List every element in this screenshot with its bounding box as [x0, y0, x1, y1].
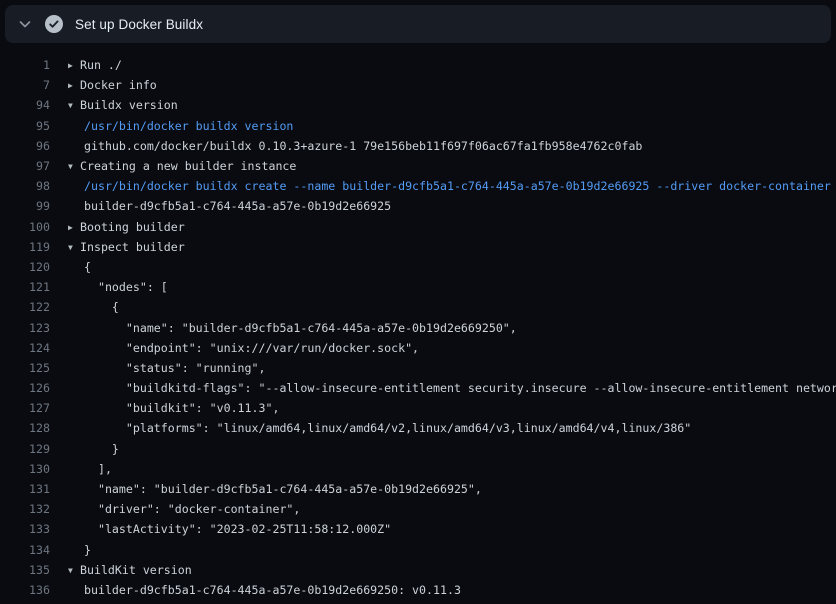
log-line: 98/usr/bin/docker buildx create --name b…	[0, 176, 836, 196]
line-text: ],	[84, 462, 112, 476]
line-text: {	[84, 260, 91, 274]
line-number[interactable]: 7	[0, 78, 50, 92]
line-number[interactable]: 136	[0, 583, 50, 597]
line-number[interactable]: 99	[0, 199, 50, 213]
log-area: 1▶Run ./7▶Docker info94▼Buildx version95…	[0, 43, 836, 604]
line-text: builder-d9cfb5a1-c764-445a-a57e-0b19d2e6…	[84, 199, 391, 213]
log-line: 126 "buildkitd-flags": "--allow-insecure…	[0, 378, 836, 398]
chevron-down-icon	[13, 12, 37, 36]
log-line[interactable]: 1 ▶Run ./	[0, 55, 836, 75]
log-line: 136 builder-d9cfb5a1-c764-445a-a57e-0b19d…	[0, 580, 836, 600]
log-line: 124 "endpoint": "unix:///var/run/docker.…	[0, 338, 836, 358]
line-text: "status": "running",	[84, 361, 265, 375]
log-line: 95/usr/bin/docker buildx version	[0, 116, 836, 136]
log-line: 132 "driver": "docker-container",	[0, 499, 836, 519]
line-text: builder-d9cfb5a1-c764-445a-a57e-0b19d2e6…	[84, 583, 461, 597]
line-text: BuildKit version	[80, 563, 192, 577]
log-line: 121 "nodes": [	[0, 277, 836, 297]
line-text: Docker info	[80, 78, 157, 92]
line-text: "platforms": "linux/amd64,linux/amd64/v2…	[84, 421, 691, 435]
group-expand-icon: ▶	[68, 62, 80, 70]
log-line: 127 "buildkit": "v0.11.3",	[0, 398, 836, 418]
line-text: Buildx version	[80, 98, 178, 112]
line-text: {	[84, 300, 119, 314]
line-text: "lastActivity": "2023-02-25T11:58:12.000…	[84, 522, 391, 536]
line-text: "buildkit": "v0.11.3",	[84, 401, 279, 415]
line-text: Inspect builder	[80, 240, 185, 254]
line-number[interactable]: 94	[0, 98, 50, 112]
log-line: 123 "name": "builder-d9cfb5a1-c764-445a-…	[0, 317, 836, 337]
line-text: "endpoint": "unix:///var/run/docker.sock…	[84, 341, 419, 355]
line-number[interactable]: 132	[0, 502, 50, 516]
log-line: 129 }	[0, 439, 836, 459]
step-title: Set up Docker Buildx	[75, 17, 203, 32]
line-number[interactable]: 96	[0, 139, 50, 153]
line-number[interactable]: 125	[0, 361, 50, 375]
line-number[interactable]: 129	[0, 442, 50, 456]
log-line: 130 ],	[0, 459, 836, 479]
line-text: "name": "builder-d9cfb5a1-c764-445a-a57e…	[84, 321, 517, 335]
log-line[interactable]: 97 ▼Creating a new builder instance	[0, 156, 836, 176]
line-text: }	[84, 543, 91, 557]
step-header[interactable]: Set up Docker Buildx	[5, 5, 831, 43]
log-line: 120 {	[0, 257, 836, 277]
line-number[interactable]: 1	[0, 58, 50, 72]
line-text: Creating a new builder instance	[80, 159, 296, 173]
group-collapse-icon: ▼	[68, 163, 80, 171]
log-line: 99 builder-d9cfb5a1-c764-445a-a57e-0b19d2…	[0, 196, 836, 216]
log-line: 128 "platforms": "linux/amd64,linux/amd6…	[0, 418, 836, 438]
log-line[interactable]: 100 ▶Booting builder	[0, 217, 836, 237]
line-number[interactable]: 122	[0, 300, 50, 314]
line-number[interactable]: 135	[0, 563, 50, 577]
line-number[interactable]: 126	[0, 381, 50, 395]
line-text: Booting builder	[80, 220, 185, 234]
check-circle-icon	[45, 15, 63, 33]
line-number[interactable]: 119	[0, 240, 50, 254]
group-expand-icon: ▶	[68, 82, 80, 90]
log-line: 96 github.com/docker/buildx 0.10.3+azure-…	[0, 136, 836, 156]
line-number[interactable]: 131	[0, 482, 50, 496]
group-expand-icon: ▶	[68, 224, 80, 232]
line-text: "buildkitd-flags": "--allow-insecure-ent…	[84, 381, 836, 395]
log-line[interactable]: 119 ▼Inspect builder	[0, 237, 836, 257]
line-number[interactable]: 123	[0, 321, 50, 335]
line-text: /usr/bin/docker buildx create --name bui…	[84, 179, 831, 193]
line-number[interactable]: 127	[0, 401, 50, 415]
line-number[interactable]: 134	[0, 543, 50, 557]
group-collapse-icon: ▼	[68, 102, 80, 110]
log-line: 122 {	[0, 297, 836, 317]
log-line: 125 "status": "running",	[0, 358, 836, 378]
line-number[interactable]: 98	[0, 179, 50, 193]
log-line: 133 "lastActivity": "2023-02-25T11:58:12…	[0, 519, 836, 539]
log-line[interactable]: 135 ▼BuildKit version	[0, 560, 836, 580]
line-text: github.com/docker/buildx 0.10.3+azure-1 …	[84, 139, 642, 153]
line-number[interactable]: 100	[0, 220, 50, 234]
line-text: "name": "builder-d9cfb5a1-c764-445a-a57e…	[84, 482, 482, 496]
line-number[interactable]: 95	[0, 119, 50, 133]
log-line[interactable]: 7 ▶Docker info	[0, 75, 836, 95]
line-text: "nodes": [	[84, 280, 168, 294]
line-text: "driver": "docker-container",	[84, 502, 300, 516]
group-collapse-icon: ▼	[68, 567, 80, 575]
line-number[interactable]: 130	[0, 462, 50, 476]
line-number[interactable]: 121	[0, 280, 50, 294]
log-line: 131 "name": "builder-d9cfb5a1-c764-445a-…	[0, 479, 836, 499]
line-number[interactable]: 120	[0, 260, 50, 274]
log-line[interactable]: 94 ▼Buildx version	[0, 95, 836, 115]
line-number[interactable]: 133	[0, 522, 50, 536]
line-number[interactable]: 124	[0, 341, 50, 355]
line-number[interactable]: 97	[0, 159, 50, 173]
line-text: /usr/bin/docker buildx version	[84, 119, 293, 133]
line-text: Run ./	[80, 58, 122, 72]
line-text: }	[84, 442, 119, 456]
group-collapse-icon: ▼	[68, 244, 80, 252]
line-number[interactable]: 128	[0, 421, 50, 435]
log-line: 134}	[0, 540, 836, 560]
